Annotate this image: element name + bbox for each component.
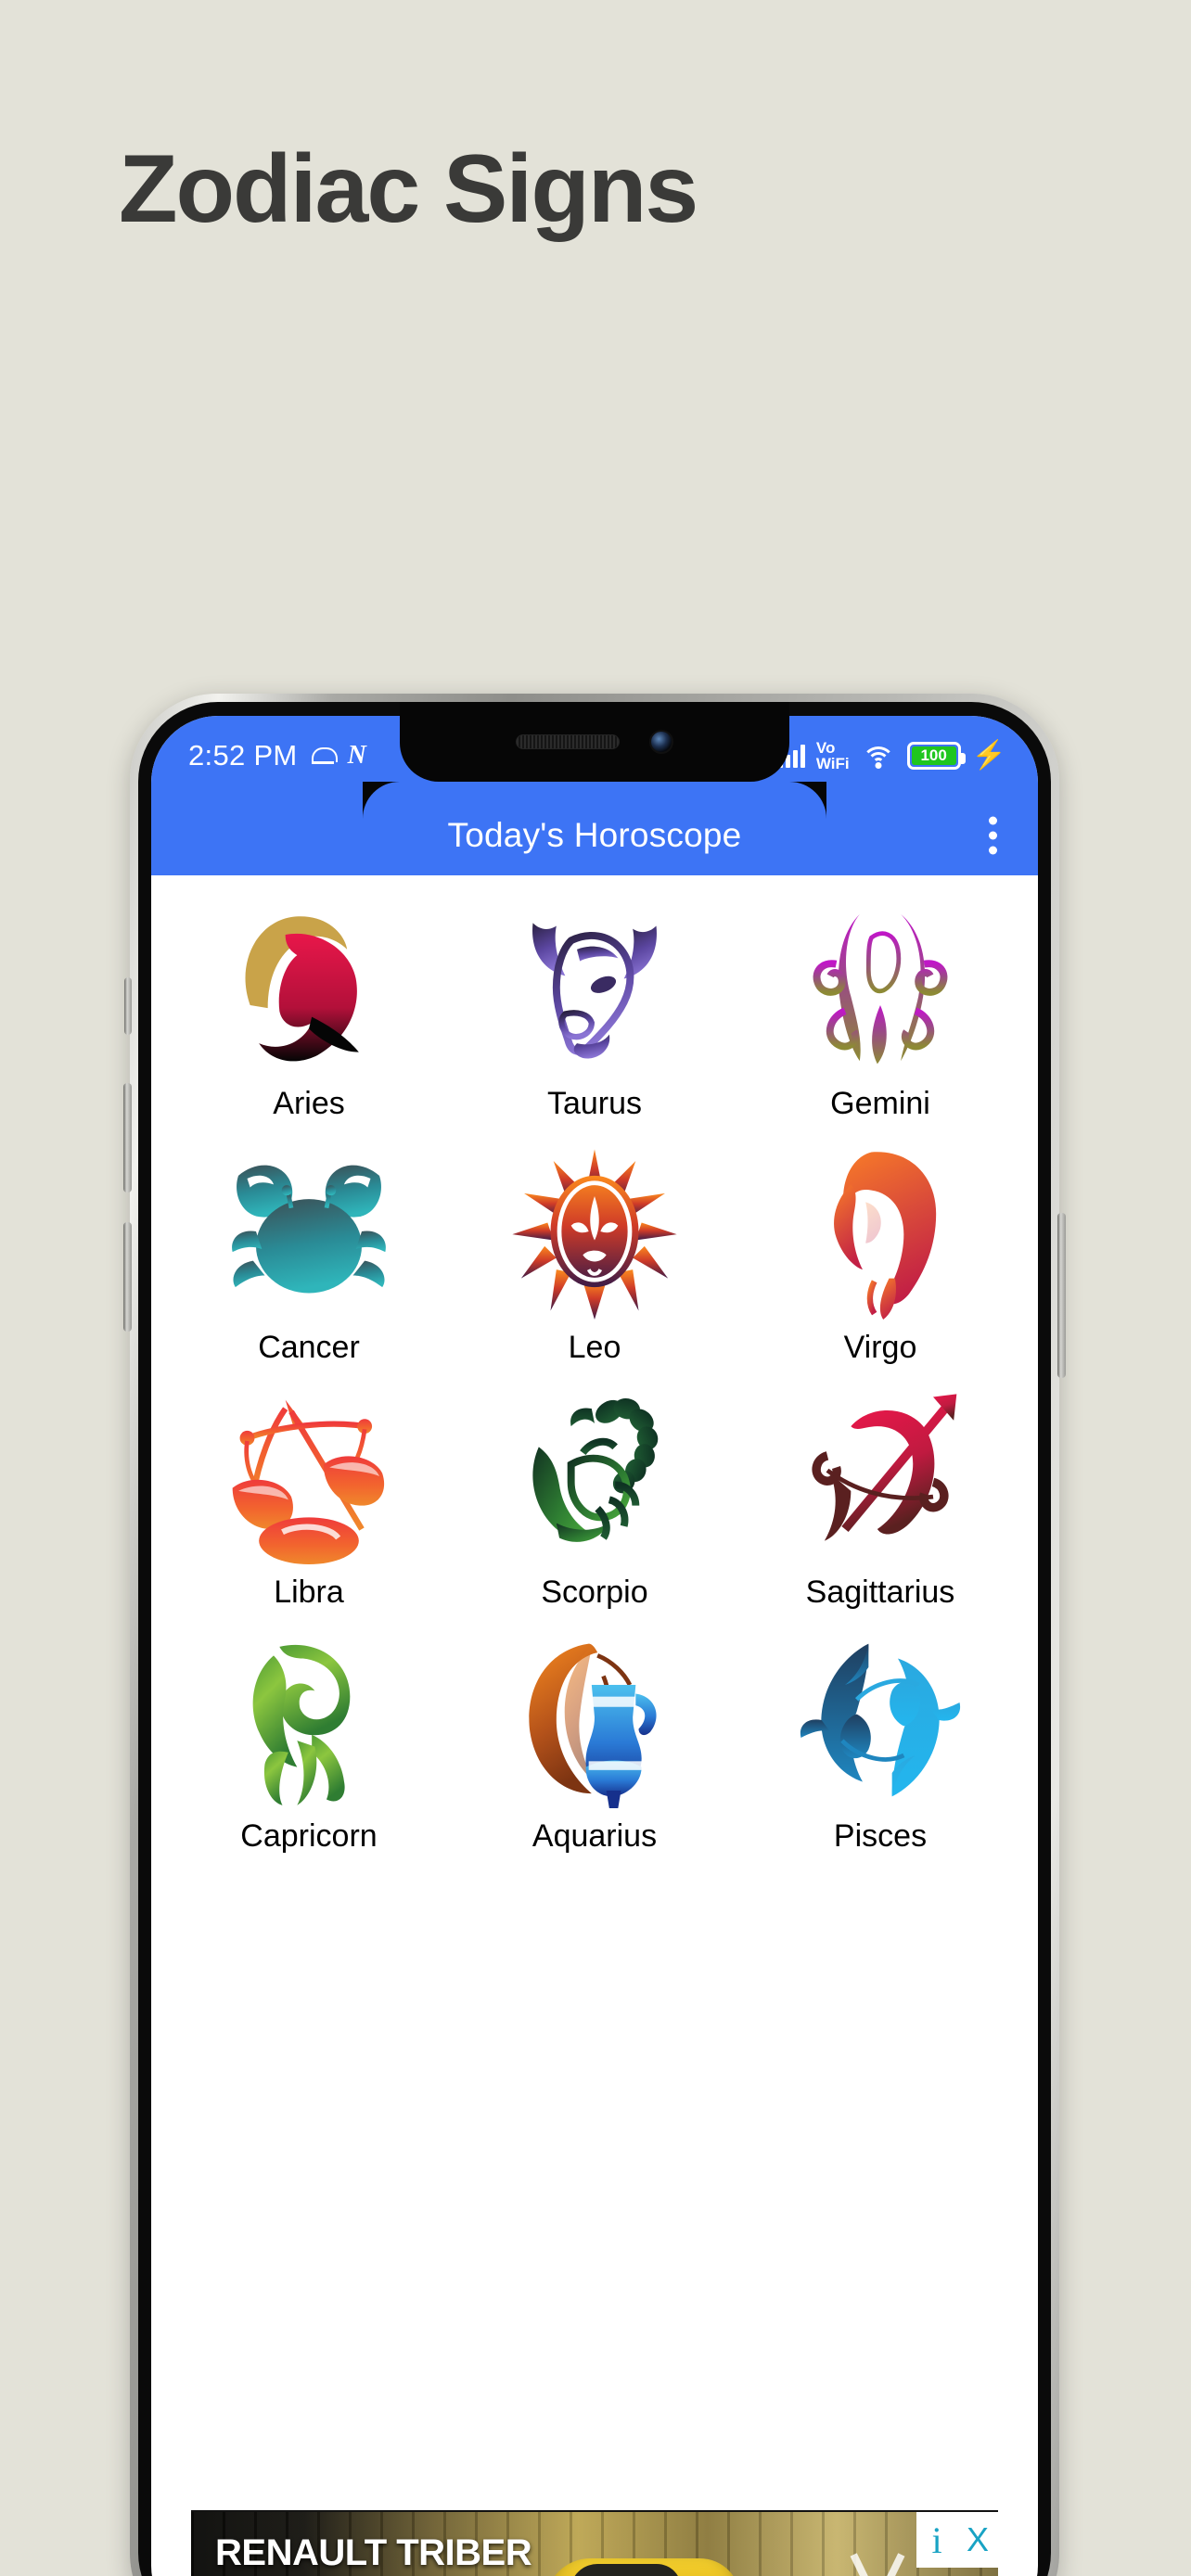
zodiac-item-aries[interactable]: Aries [166, 888, 452, 1130]
phone-screen: 2:52 PM N Vo WiFi 100 ⚡ Today's Horoscop… [151, 716, 1038, 2576]
zodiac-label: Virgo [843, 1330, 917, 1366]
vowifi-icon: Vo WiFi [816, 740, 850, 772]
zodiac-item-aquarius[interactable]: Aquarius [452, 1621, 737, 1863]
ad-headline: RENAULT TRIBER [215, 2532, 532, 2573]
zodiac-label: Leo [568, 1330, 621, 1366]
zodiac-label: Aquarius [531, 1818, 658, 1855]
phone-volume-up-button[interactable] [123, 1083, 132, 1192]
battery-level-label: 100 [911, 746, 956, 765]
nfc-icon: N [347, 741, 366, 770]
zodiac-grid: Aries Taurus Gemini Cancer Leo Virgo Lib… [151, 875, 1038, 1864]
overflow-menu-icon[interactable] [981, 810, 1005, 862]
zodiac-item-virgo[interactable]: Virgo [737, 1132, 1023, 1374]
ad-car-image [543, 2558, 743, 2576]
zodiac-item-capricorn[interactable]: Capricorn [166, 1621, 452, 1863]
front-camera-icon [649, 730, 673, 754]
zodiac-item-gemini[interactable]: Gemini [737, 888, 1023, 1130]
goat-icon [221, 1632, 397, 1808]
zodiac-label: Capricorn [240, 1818, 378, 1855]
zodiac-item-pisces[interactable]: Pisces [737, 1621, 1023, 1863]
ad-close-icon[interactable]: X [957, 2512, 998, 2568]
notch-ear-left [363, 782, 400, 819]
ad-text-block: RENAULT TRIBER space for everything [215, 2532, 532, 2576]
bull-head-icon [506, 899, 683, 1076]
scorpion-icon [506, 1388, 683, 1564]
page-title: Zodiac Signs [119, 135, 698, 243]
zodiac-item-sagittarius[interactable]: Sagittarius [737, 1377, 1023, 1619]
vowifi-line-2: WiFi [815, 755, 850, 772]
zodiac-label: Sagittarius [805, 1574, 955, 1610]
charging-bolt-icon: ⚡ [971, 740, 1006, 771]
zodiac-label: Cancer [258, 1330, 360, 1366]
zodiac-label: Gemini [830, 1086, 930, 1121]
status-bar-right: Vo WiFi 100 ⚡ [777, 740, 1006, 772]
status-bar-left: 2:52 PM N [188, 739, 366, 772]
maiden-profile-icon [792, 1143, 968, 1320]
phone-mockup: 2:52 PM N Vo WiFi 100 ⚡ Today's Horoscop… [123, 694, 1066, 2576]
ad-info-icon[interactable]: i [916, 2512, 957, 2568]
phone-bezel: 2:52 PM N Vo WiFi 100 ⚡ Today's Horoscop… [138, 702, 1051, 2576]
zodiac-item-taurus[interactable]: Taurus [452, 888, 737, 1130]
zodiac-item-scorpio[interactable]: Scorpio [452, 1377, 737, 1619]
menu-dot [989, 846, 997, 855]
phone-volume-down-button[interactable] [123, 1222, 132, 1332]
scales-icon [221, 1388, 397, 1564]
water-bearer-icon [506, 1632, 683, 1809]
ram-head-icon [221, 899, 397, 1076]
bow-and-arrow-icon [792, 1388, 968, 1564]
zodiac-label: Scorpio [541, 1574, 648, 1610]
twins-maiden-icon [792, 899, 968, 1076]
battery-icon: 100 [906, 742, 966, 770]
earpiece-speaker-icon [516, 734, 620, 749]
crab-icon [221, 1143, 397, 1320]
zodiac-label: Aries [273, 1086, 345, 1121]
app-bar: Today's Horoscope [151, 796, 1038, 875]
ad-banner[interactable]: RENAULT TRIBER space for everything i X [191, 2510, 998, 2576]
lion-sun-icon [506, 1143, 683, 1320]
phone-notch [400, 702, 789, 782]
zodiac-item-leo[interactable]: Leo [452, 1132, 737, 1374]
ad-controls: i X [916, 2512, 998, 2571]
android-robot-icon [311, 744, 338, 768]
zodiac-label: Pisces [833, 1818, 928, 1855]
clock-time: 2:52 PM [188, 739, 298, 772]
menu-dot [989, 831, 997, 840]
app-bar-title: Today's Horoscope [447, 816, 742, 854]
zodiac-label: Taurus [546, 1086, 643, 1121]
menu-dot [989, 816, 997, 825]
phone-power-button[interactable] [1057, 1213, 1066, 1378]
phone-mute-switch[interactable] [124, 977, 132, 1035]
notch-ear-right [789, 782, 826, 819]
two-fish-icon [792, 1632, 968, 1808]
vowifi-line-1: Vo [815, 739, 836, 757]
zodiac-item-cancer[interactable]: Cancer [166, 1132, 452, 1374]
wifi-icon [861, 743, 896, 769]
zodiac-label: Libra [274, 1574, 344, 1610]
zodiac-item-libra[interactable]: Libra [166, 1377, 452, 1619]
